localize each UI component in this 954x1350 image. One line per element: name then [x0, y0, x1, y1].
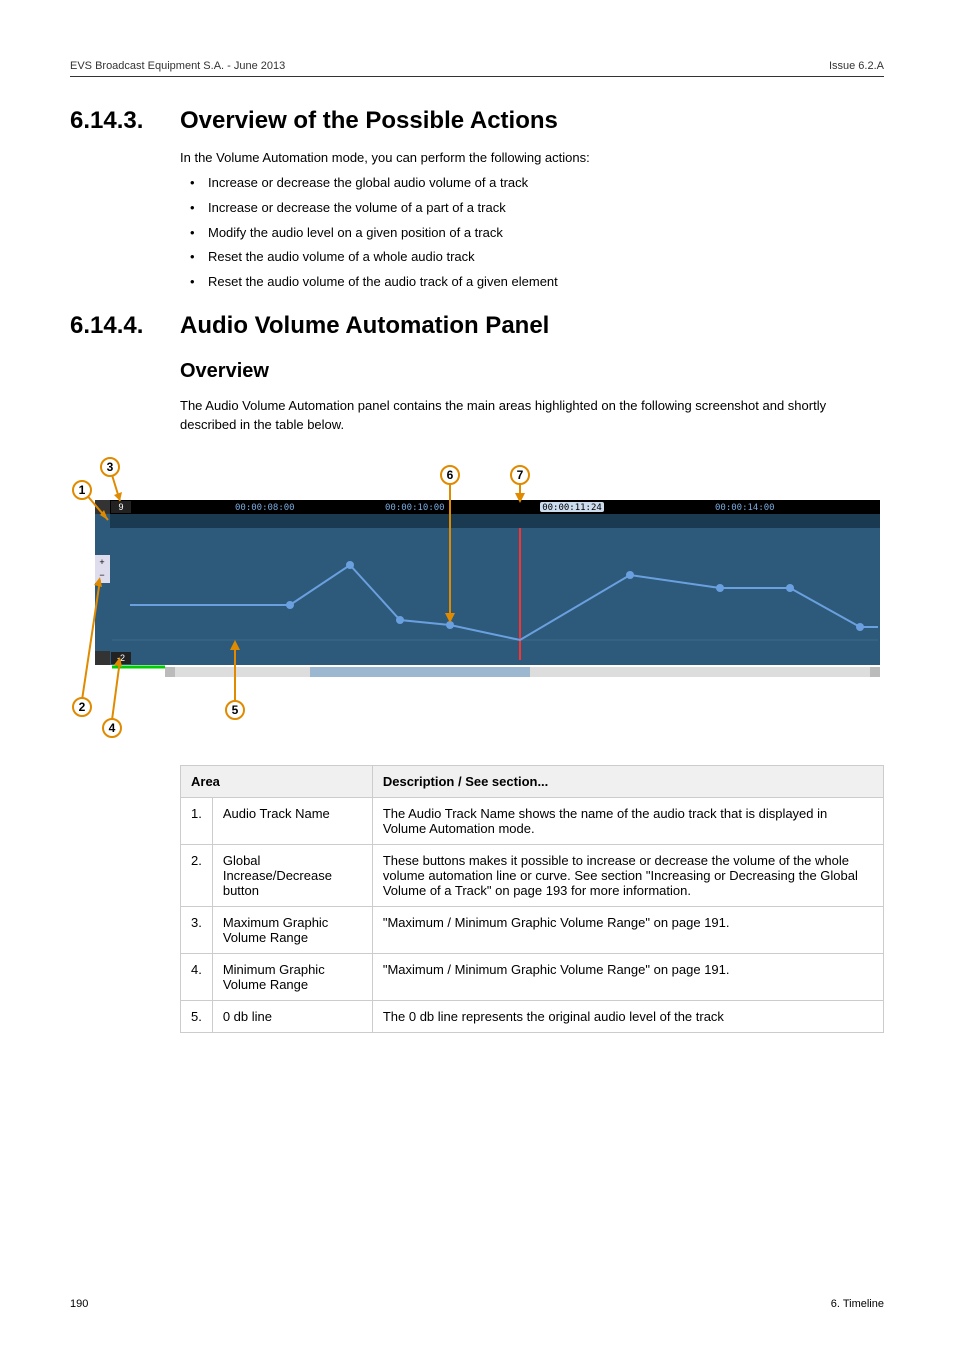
- table-header-desc: Description / See section...: [372, 765, 883, 797]
- scroll-left-button[interactable]: [165, 667, 175, 677]
- header-left: EVS Broadcast Equipment S.A. - June 2013: [70, 60, 285, 72]
- section-number: 6.14.4.: [70, 312, 180, 340]
- list-item: Modify the audio level on a given positi…: [198, 224, 884, 243]
- timecode-box: 00:00:11:24: [542, 503, 602, 513]
- max-range-label: 9: [118, 502, 123, 512]
- page-number: 190: [70, 1298, 88, 1310]
- section-6-14-3-heading: 6.14.3. Overview of the Possible Actions: [70, 107, 884, 135]
- horizontal-scrollbar[interactable]: [310, 667, 530, 677]
- svg-text:7: 7: [517, 468, 524, 482]
- page-header: EVS Broadcast Equipment S.A. - June 2013…: [70, 60, 884, 77]
- area-description-table: Area Description / See section... 1. Aud…: [180, 765, 884, 1033]
- volume-automation-screenshot: 00:00:08:00 00:00:10:00 00:00:14:00 00:0…: [70, 445, 880, 745]
- table-row: 4. Minimum Graphic Volume Range "Maximum…: [181, 953, 884, 1000]
- scroll-right-button[interactable]: [870, 667, 880, 677]
- overview-paragraph: The Audio Volume Automation panel contai…: [180, 397, 884, 435]
- section-number: 6.14.3.: [70, 107, 180, 135]
- subsection-title: Overview: [180, 360, 884, 383]
- svg-text:2: 2: [79, 700, 86, 714]
- table-header-area: Area: [181, 765, 373, 797]
- section-6-14-4-heading: 6.14.4. Audio Volume Automation Panel: [70, 312, 884, 340]
- section-title: Audio Volume Automation Panel: [180, 312, 549, 340]
- svg-text:5: 5: [232, 703, 239, 717]
- svg-text:1: 1: [79, 483, 86, 497]
- header-right: Issue 6.2.A: [829, 60, 884, 72]
- section-title: Overview of the Possible Actions: [180, 107, 558, 135]
- ruler-tick: 00:00:14:00: [715, 503, 775, 513]
- svg-text:6: 6: [447, 468, 454, 482]
- plus-icon: +: [99, 557, 104, 567]
- actions-list: Increase or decrease the global audio vo…: [180, 174, 884, 292]
- svg-text:4: 4: [109, 721, 116, 735]
- list-item: Reset the audio volume of the audio trac…: [198, 273, 884, 292]
- table-row: 1. Audio Track Name The Audio Track Name…: [181, 797, 884, 844]
- intro-paragraph: In the Volume Automation mode, you can p…: [180, 149, 884, 168]
- list-item: Increase or decrease the global audio vo…: [198, 174, 884, 193]
- callout-3: 3: [101, 458, 122, 501]
- list-item: Increase or decrease the volume of a par…: [198, 199, 884, 218]
- ruler-tick: 00:00:10:00: [385, 503, 445, 513]
- table-row: 3. Maximum Graphic Volume Range "Maximum…: [181, 906, 884, 953]
- list-item: Reset the audio volume of a whole audio …: [198, 248, 884, 267]
- callout-7: 7: [511, 466, 529, 503]
- page-footer: 190 6. Timeline: [70, 1298, 884, 1310]
- callout-4: 4: [103, 657, 122, 737]
- chapter-label: 6. Timeline: [831, 1298, 884, 1310]
- ruler-tick: 00:00:08:00: [235, 503, 295, 513]
- svg-text:3: 3: [107, 460, 114, 474]
- table-row: 5. 0 db line The 0 db line represents th…: [181, 1000, 884, 1032]
- table-row: 2. Global Increase/Decrease button These…: [181, 844, 884, 906]
